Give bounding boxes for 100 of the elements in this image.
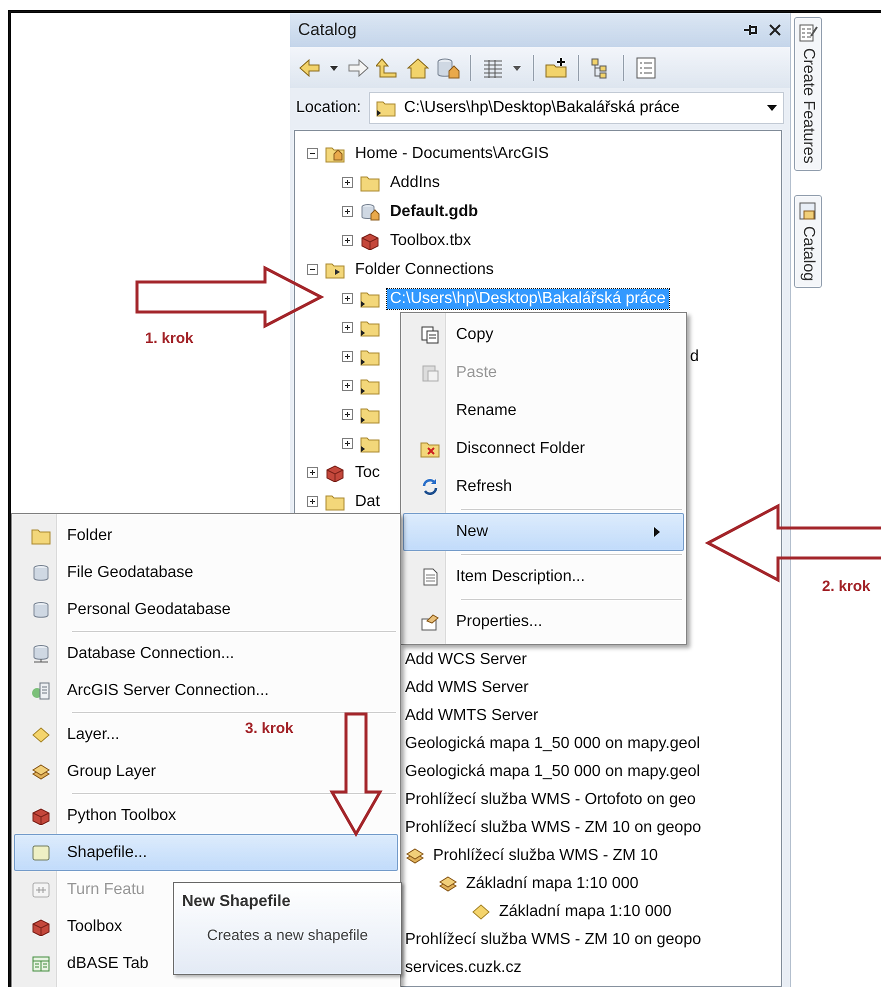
- expand-icon[interactable]: [342, 438, 353, 449]
- tree-item[interactable]: Základní mapa 1:10 000: [499, 903, 672, 921]
- menu-item[interactable]: Personal Geodatabase: [14, 591, 244, 628]
- catalog-icon: [798, 202, 818, 220]
- database-connection-icon: [31, 644, 51, 662]
- expand-icon[interactable]: [342, 322, 353, 333]
- forward-icon[interactable]: [346, 56, 370, 78]
- new-folder-icon[interactable]: [544, 56, 568, 78]
- step-label: 3. krok: [245, 720, 294, 737]
- folder-icon: [360, 434, 380, 452]
- tree-item[interactable]: Folder Connections: [352, 260, 497, 280]
- side-tab[interactable]: Create Features: [794, 17, 822, 171]
- menu-item[interactable]: Toolbox: [14, 908, 136, 945]
- folder-icon: [325, 260, 345, 278]
- folder-icon: [360, 348, 380, 366]
- tree-item[interactable]: Základní mapa 1:10 000: [466, 875, 639, 893]
- folder-icon: [31, 526, 51, 544]
- tree-item[interactable]: Prohlížecí služba WMS - ZM 10: [433, 847, 658, 865]
- folder-icon: [360, 406, 380, 424]
- expand-icon[interactable]: [342, 177, 353, 188]
- tree-item[interactable]: Add WCS Server: [405, 651, 527, 669]
- tree-item[interactable]: Add WMTS Server: [405, 707, 538, 725]
- menu-item[interactable]: dBASE Tab: [14, 945, 162, 982]
- layers-icon: [438, 875, 458, 893]
- panel-title: Catalog: [298, 20, 358, 40]
- copy-icon: [420, 326, 440, 344]
- tree-item[interactable]: Home - Documents\ArcGIS: [352, 144, 552, 164]
- folder-icon: [325, 492, 345, 510]
- edit-template-icon: [798, 24, 818, 42]
- menu-item[interactable]: Python Toolbox: [14, 797, 190, 834]
- folder-x-icon: [420, 440, 440, 458]
- layers-icon: [405, 847, 425, 865]
- expand-icon[interactable]: [342, 409, 353, 420]
- caret-icon[interactable]: [767, 105, 777, 111]
- properties-icon: [420, 613, 440, 631]
- folder-icon: [360, 318, 380, 336]
- tree-item[interactable]: Toc: [352, 462, 383, 482]
- database-home-icon[interactable]: [436, 56, 460, 78]
- menu-item[interactable]: File Geodatabase: [14, 554, 206, 591]
- layer-icon: [31, 726, 51, 744]
- location-field[interactable]: C:\Users\hp\Desktop\Bakalářská práce: [368, 92, 784, 124]
- tree-item[interactable]: Geologická mapa 1_50 000 on mapy.geol: [405, 763, 700, 781]
- close-icon[interactable]: [768, 23, 782, 37]
- layer-icon: [471, 903, 491, 921]
- toolbox-icon: [325, 464, 345, 482]
- shapefile-icon: [31, 844, 51, 862]
- expand-icon[interactable]: [342, 206, 353, 217]
- menu-item[interactable]: Folder: [14, 517, 126, 554]
- folder-icon: [360, 376, 380, 394]
- side-tab[interactable]: Catalog: [794, 194, 822, 288]
- home-icon[interactable]: [406, 56, 430, 78]
- menu-item[interactable]: Copy: [403, 316, 506, 354]
- tree-item[interactable]: AddIns: [387, 172, 443, 192]
- menu-item[interactable]: Disconnect Folder: [403, 430, 598, 468]
- menu-item[interactable]: Database Connection...: [14, 635, 248, 672]
- tree-item[interactable]: Add WMS Server: [405, 679, 529, 697]
- expand-icon[interactable]: [307, 467, 318, 478]
- step-label: 1. krok: [145, 330, 194, 347]
- tree-item[interactable]: d: [687, 346, 702, 366]
- expand-icon[interactable]: [342, 351, 353, 362]
- tree-item[interactable]: Geologická mapa 1_50 000 on mapy.geol: [405, 735, 700, 753]
- tooltip-title: New Shapefile: [182, 893, 292, 911]
- tree-item[interactable]: Default.gdb: [387, 202, 481, 222]
- menu-item[interactable]: Shapefile...: [14, 834, 398, 871]
- tree-item[interactable]: Prohlížecí služba WMS - ZM 10 on geopo: [405, 819, 702, 837]
- menu-item[interactable]: Layer...: [14, 716, 132, 753]
- folder-icon: [360, 174, 380, 192]
- expand-icon[interactable]: [342, 235, 353, 246]
- menu-item[interactable]: Rename: [403, 392, 530, 430]
- location-label: Location:: [296, 99, 361, 117]
- database-icon: [31, 564, 51, 582]
- expand-icon[interactable]: [342, 293, 353, 304]
- menu-item[interactable]: Item Description...: [403, 558, 598, 596]
- step-label: 2. krok: [822, 578, 870, 595]
- server-icon: [31, 682, 51, 700]
- database-icon: [360, 202, 380, 220]
- details-icon[interactable]: [634, 56, 658, 78]
- tree-item[interactable]: Prohlížecí služba WMS - ZM 10 on geopo: [405, 931, 702, 949]
- toolbox-icon: [360, 232, 380, 250]
- toolbox-icon: [31, 806, 51, 824]
- clipboard-icon: [420, 364, 440, 382]
- menu-item[interactable]: Group Layer: [14, 753, 169, 790]
- menu-item[interactable]: Refresh: [403, 468, 526, 506]
- tree-item[interactable]: Dat: [352, 492, 383, 512]
- back-icon[interactable]: [298, 56, 322, 78]
- pin-icon[interactable]: [742, 22, 758, 38]
- expand-icon[interactable]: [307, 496, 318, 507]
- collapse-icon[interactable]: [307, 148, 318, 159]
- refresh-icon: [420, 478, 440, 496]
- database-icon: [31, 600, 51, 618]
- tree-item[interactable]: Prohlížecí služba WMS - Ortofoto on geo: [405, 791, 696, 809]
- tree-item[interactable]: Toolbox.tbx: [387, 230, 474, 250]
- tree-item[interactable]: services.cuzk.cz: [405, 959, 522, 977]
- home-folder-icon: [325, 144, 345, 162]
- menu-item[interactable]: New: [403, 513, 684, 551]
- menu-item[interactable]: ArcGIS Server Connection...: [14, 672, 282, 709]
- menu-item[interactable]: Properties...: [403, 603, 556, 641]
- collapse-icon[interactable]: [307, 264, 318, 275]
- expand-icon[interactable]: [342, 380, 353, 391]
- folder-icon: [376, 99, 396, 117]
